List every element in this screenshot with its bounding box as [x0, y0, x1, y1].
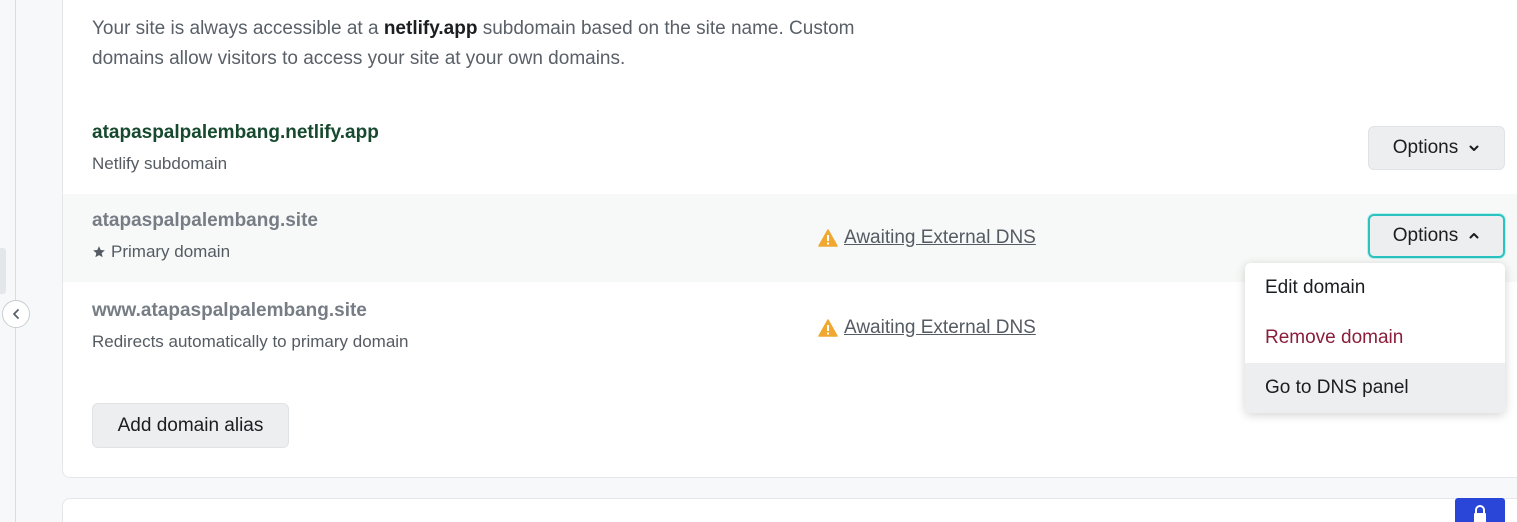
domain-subtitle-text: Netlify subdomain	[92, 154, 228, 173]
chevron-up-icon	[1469, 233, 1479, 239]
domain-subtitle-text: Primary domain	[111, 242, 231, 261]
warning-icon	[818, 319, 838, 337]
options-dropdown-menu: Edit domain Remove domain Go to DNS pane…	[1245, 263, 1505, 413]
sidebar-tab[interactable]	[0, 248, 6, 294]
add-domain-alias-button[interactable]: Add domain alias	[92, 403, 289, 448]
menu-item-remove-domain[interactable]: Remove domain	[1245, 313, 1505, 363]
star-icon	[93, 246, 105, 258]
awaiting-dns-link[interactable]: Awaiting External DNS	[844, 317, 1036, 339]
domain-subtitle: Redirects automatically to primary domai…	[92, 332, 409, 352]
domain-name: atapaspalpalembang.netlify.app	[92, 122, 379, 143]
domain-row-netlify: atapaspalpalembang.netlify.app Netlify s…	[63, 106, 1517, 194]
intro-text-part1: Your site is always accessible at a	[92, 18, 384, 39]
lock-icon	[1474, 505, 1486, 522]
domain-name: www.atapaspalpalembang.site	[92, 300, 367, 321]
options-button[interactable]: Options	[1368, 126, 1505, 170]
intro-text-bold: netlify.app	[383, 18, 478, 39]
domain-subtitle-text: Redirects automatically to primary domai…	[92, 332, 409, 351]
options-button[interactable]: Options	[1368, 214, 1505, 258]
domain-subtitle: Netlify subdomain	[92, 154, 227, 174]
options-button-label: Options	[1392, 137, 1459, 158]
collapse-sidebar-button[interactable]	[2, 300, 30, 328]
dns-status: Awaiting External DNS	[818, 227, 1036, 249]
menu-item-go-to-dns-panel[interactable]: Go to DNS panel	[1245, 363, 1505, 413]
domains-intro-text: Your site is always accessible at a netl…	[92, 14, 912, 74]
awaiting-dns-link[interactable]: Awaiting External DNS	[844, 227, 1036, 249]
domain-management-page: Your site is always accessible at a netl…	[0, 0, 1517, 522]
warning-icon	[818, 229, 838, 247]
domain-name: atapaspalpalembang.site	[92, 210, 318, 231]
domain-subtitle: Primary domain	[92, 242, 230, 262]
menu-item-edit-domain[interactable]: Edit domain	[1245, 263, 1505, 313]
lock-button[interactable]	[1455, 498, 1505, 522]
dns-status: Awaiting External DNS	[818, 317, 1036, 339]
next-card	[62, 498, 1517, 522]
sidebar-rail	[0, 0, 16, 522]
chevron-left-icon	[13, 309, 19, 319]
chevron-down-icon	[1469, 145, 1479, 151]
options-button-label: Options	[1392, 225, 1459, 246]
